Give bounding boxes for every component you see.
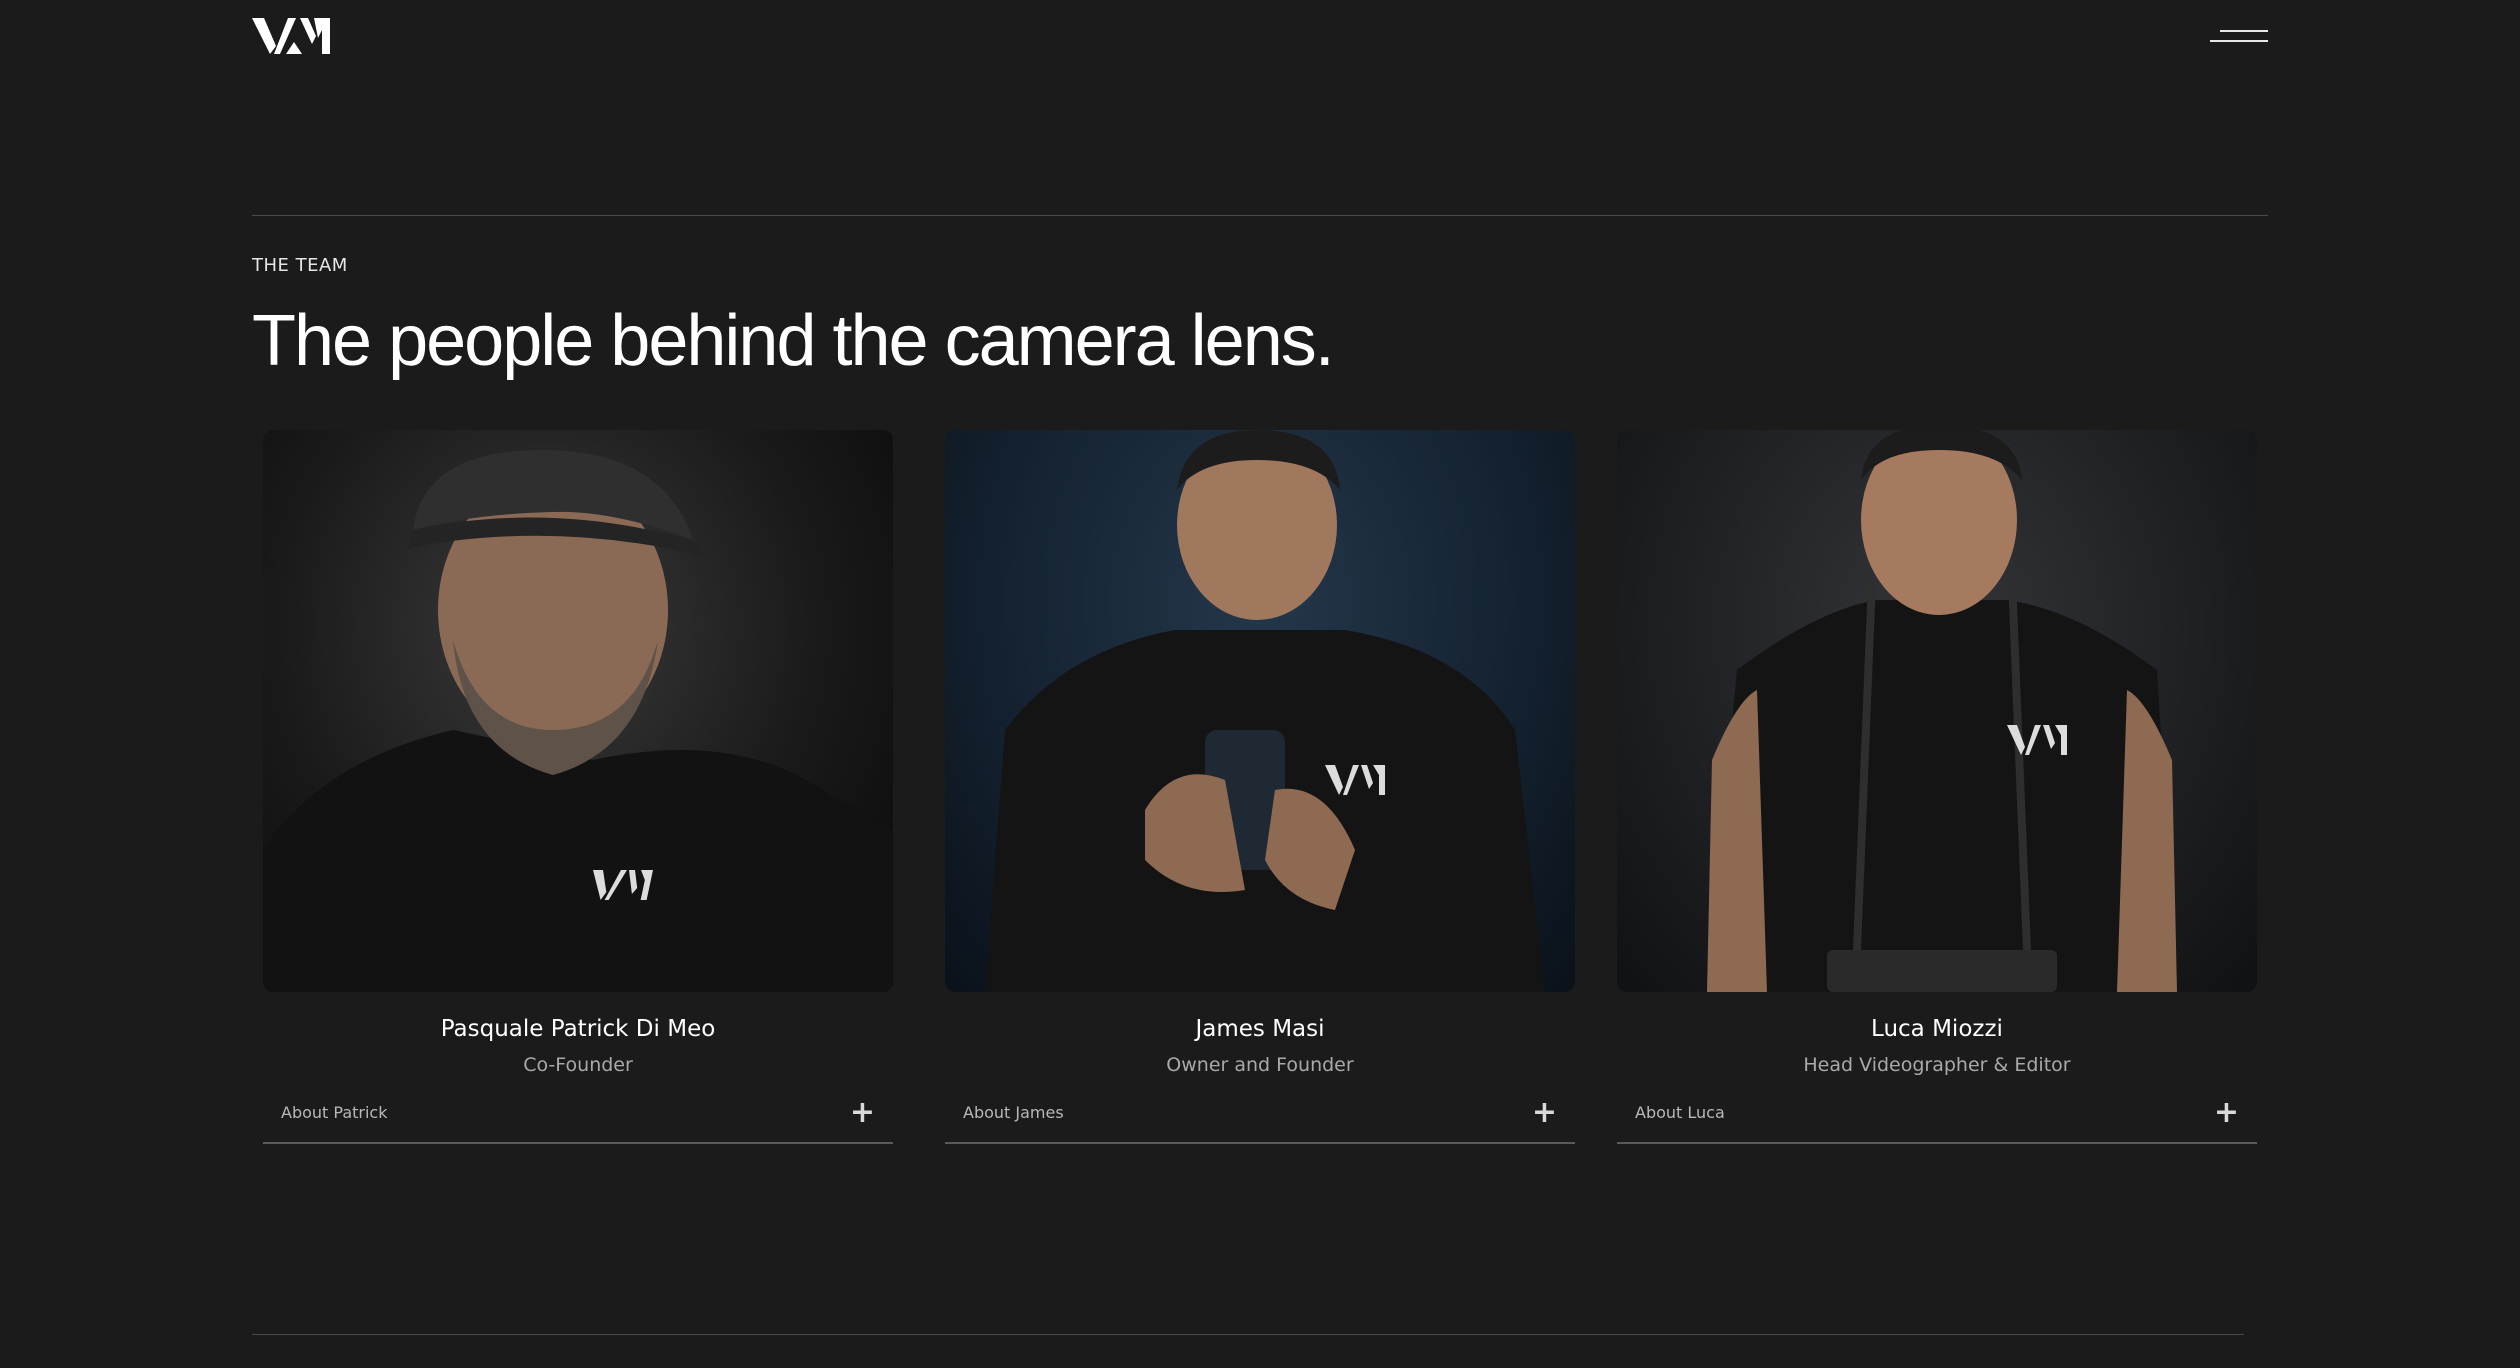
about-patrick-toggle[interactable]: About Patrick + [263, 1092, 893, 1144]
team-card: Pasquale Patrick Di Meo Co-Founder About… [263, 430, 893, 1144]
section-headline: The people behind the camera lens. [252, 301, 1335, 381]
plus-icon[interactable]: + [1532, 1095, 1557, 1130]
team-member-role: Owner and Founder [1166, 1054, 1354, 1076]
team-member-photo [1617, 430, 2257, 992]
menu-line-top [2220, 30, 2268, 32]
hamburger-menu-icon[interactable] [2208, 26, 2268, 48]
team-member-role: Co-Founder [523, 1054, 633, 1076]
team-member-name: Pasquale Patrick Di Meo [440, 1016, 716, 1042]
team-member-photo [945, 430, 1575, 992]
portrait-illustration [985, 430, 1545, 992]
section-eyebrow: THE TEAM [252, 255, 348, 276]
about-james-toggle[interactable]: About James + [945, 1092, 1575, 1144]
team-member-role: Head Videographer & Editor [1803, 1054, 2071, 1076]
portrait-illustration [1707, 430, 2177, 992]
team-member-name: James Masi [1195, 1016, 1325, 1042]
about-toggle-label: About Luca [1635, 1103, 1725, 1122]
vm-logo-icon [252, 18, 330, 54]
about-toggle-label: About Patrick [281, 1103, 388, 1122]
section-divider-bottom [252, 1334, 2244, 1335]
about-luca-toggle[interactable]: About Luca + [1617, 1092, 2257, 1144]
plus-icon[interactable]: + [2214, 1095, 2239, 1130]
plus-icon[interactable]: + [850, 1095, 875, 1130]
team-card: James Masi Owner and Founder About James… [945, 430, 1575, 1144]
section-divider-top [252, 215, 2268, 216]
team-member-photo [263, 430, 893, 992]
team-page: THE TEAM The people behind the camera le… [0, 0, 2520, 1368]
menu-line-bottom [2210, 40, 2268, 42]
about-toggle-label: About James [963, 1103, 1064, 1122]
team-member-name: Luca Miozzi [1871, 1016, 2003, 1042]
team-card: Luca Miozzi Head Videographer & Editor A… [1617, 430, 2257, 1144]
brand-logo[interactable] [250, 16, 340, 56]
portrait-illustration [263, 450, 893, 992]
